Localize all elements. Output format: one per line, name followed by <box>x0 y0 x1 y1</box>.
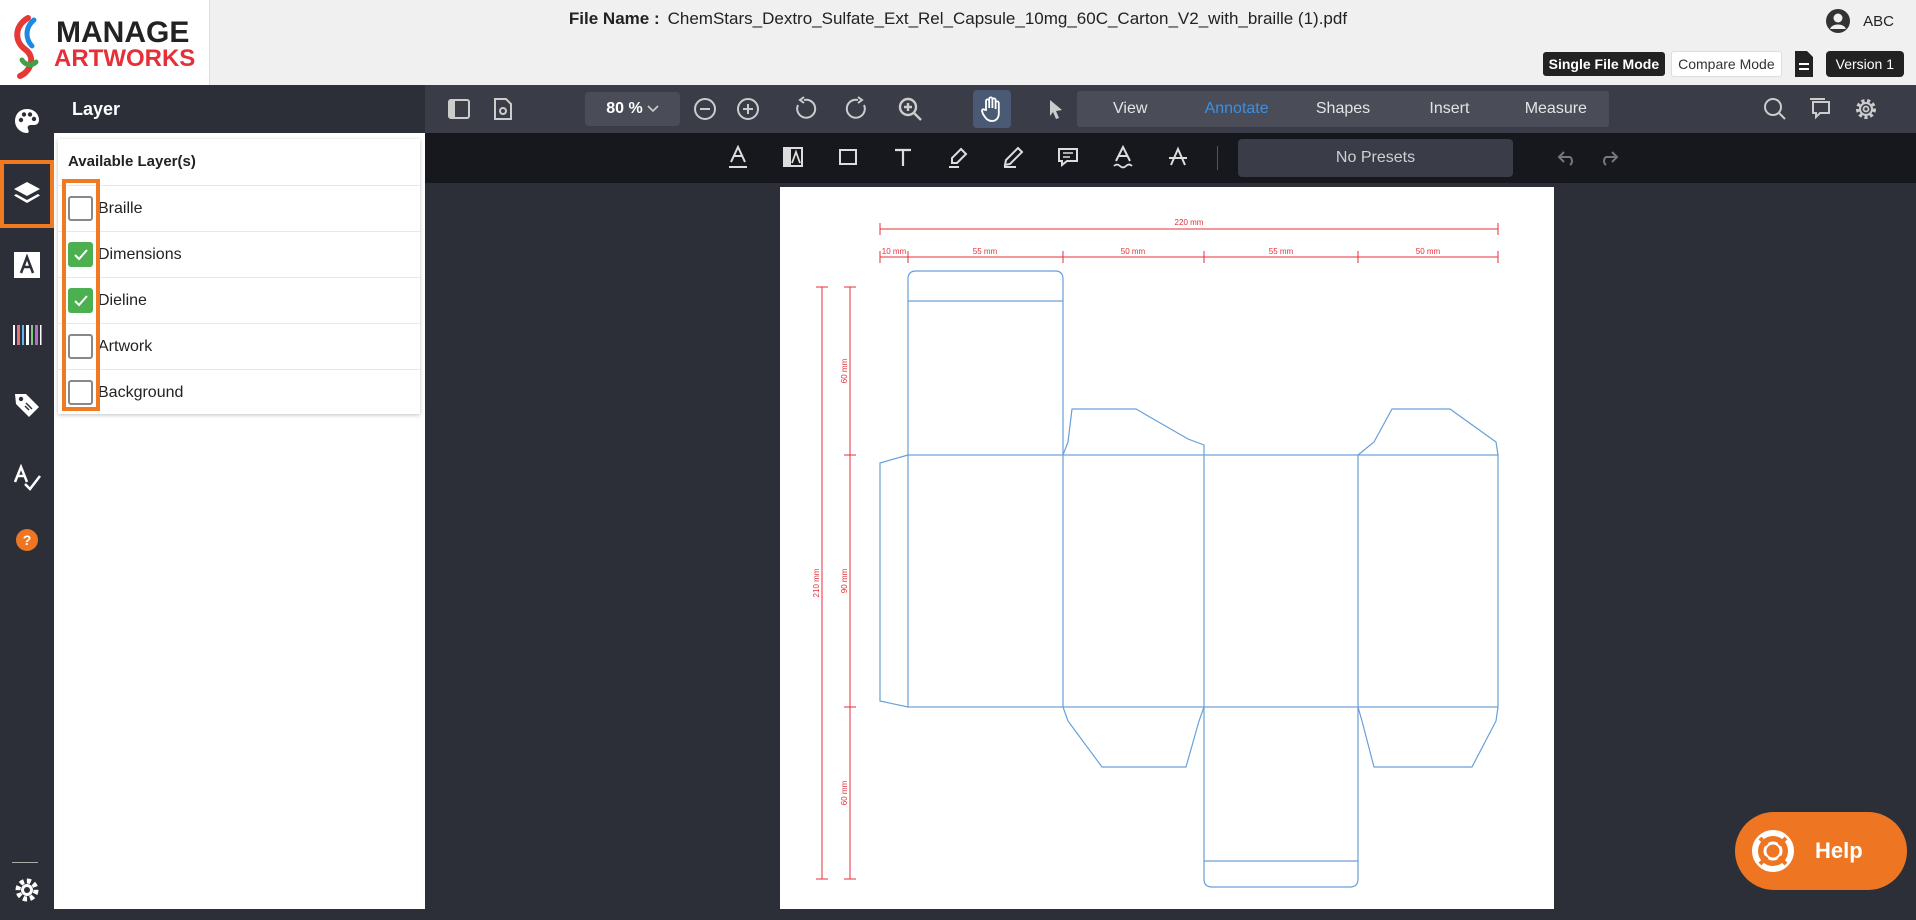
left-icon-rail: ? <box>0 85 54 909</box>
top-header: MANAGE ARTWORKS File Name : ChemStars_De… <box>0 0 1916 85</box>
text-highlight-icon[interactable] <box>778 142 808 172</box>
dimension-labels: 220 mm 10 mm 55 mm 50 mm 55 mm 50 mm 60 … <box>812 218 1441 805</box>
tag-icon[interactable] <box>0 375 54 435</box>
search-icon[interactable] <box>1760 94 1790 124</box>
spellcheck-icon[interactable] <box>0 448 54 508</box>
help-label: Help <box>1815 838 1863 863</box>
document-icon[interactable] <box>1792 50 1816 78</box>
carton-dieline-drawing: 220 mm 10 mm 55 mm 50 mm 55 mm 50 mm 60 … <box>812 218 1499 888</box>
pen-icon[interactable] <box>998 142 1028 172</box>
settings-icon[interactable] <box>0 860 54 920</box>
hand-icon <box>981 96 1000 122</box>
dim-50mm-b: 50 mm <box>1416 247 1441 256</box>
zoom-search-icon[interactable] <box>895 94 925 124</box>
tab-shapes[interactable]: Shapes <box>1290 100 1396 118</box>
document-canvas[interactable]: 220 mm 10 mm 55 mm 50 mm 55 mm 50 mm 60 … <box>425 183 1916 909</box>
zoom-value: 80 % <box>606 100 643 117</box>
zoom-in-icon[interactable] <box>733 94 763 124</box>
layer-label: Dimensions <box>98 245 182 263</box>
viewer-toolbar: 80 % View Annotate Shapes Insert Measure <box>425 85 1916 133</box>
toolbar-divider <box>1217 146 1218 170</box>
help-button[interactable]: Help <box>1735 812 1907 890</box>
zoom-dropdown[interactable]: 80 % <box>585 92 680 126</box>
underline-text-icon[interactable] <box>723 142 753 172</box>
artwork-checkbox[interactable] <box>68 334 93 359</box>
sidebar-toggle-icon[interactable] <box>444 94 474 124</box>
braille-checkbox[interactable] <box>68 196 93 221</box>
svg-text:?: ? <box>23 532 32 548</box>
layer-row-dieline[interactable]: Dieline <box>58 277 420 323</box>
user-name: ABC <box>1863 12 1894 30</box>
tab-insert[interactable]: Insert <box>1396 100 1502 118</box>
chevron-down-icon <box>647 105 659 113</box>
layer-label: Background <box>98 383 184 401</box>
file-name-label: File Name : <box>568 9 660 28</box>
squiggly-text-icon[interactable] <box>1108 142 1138 172</box>
layer-label: Dieline <box>98 291 147 309</box>
layer-row-dimensions[interactable]: Dimensions <box>58 231 420 277</box>
dim-90mm: 90 mm <box>840 568 849 593</box>
single-file-mode-button[interactable]: Single File Mode <box>1542 52 1666 76</box>
compare-mode-button[interactable]: Compare Mode <box>1671 51 1782 77</box>
tab-annotate[interactable]: Annotate <box>1183 100 1289 118</box>
dimensions-checkbox[interactable] <box>68 242 93 267</box>
lifebuoy-icon <box>1752 830 1794 872</box>
dim-220mm: 220 mm <box>1175 218 1204 227</box>
gear-icon[interactable] <box>1851 94 1881 124</box>
layer-row-background[interactable]: Background <box>58 369 420 415</box>
barcode-icon[interactable] <box>0 305 54 365</box>
mode-switcher: Single File Mode Compare Mode Version 1 <box>1542 50 1904 78</box>
layer-label: Artwork <box>98 337 153 355</box>
pdf-page[interactable]: 220 mm 10 mm 55 mm 50 mm 55 mm 50 mm 60 … <box>780 187 1554 909</box>
dieline-layer <box>879 270 1499 888</box>
annotation-toolbar: No Presets <box>425 133 1916 183</box>
dim-210mm: 210 mm <box>812 568 821 597</box>
comments-icon[interactable] <box>1805 94 1835 124</box>
panel-title: Layer <box>54 85 425 133</box>
logo-line2: ARTWORKS <box>54 45 195 72</box>
palette-icon[interactable] <box>0 91 54 151</box>
layer-row-braille[interactable]: Braille <box>58 185 420 231</box>
dimension-layer <box>816 223 1499 880</box>
user-avatar-icon[interactable] <box>1825 8 1851 34</box>
page-settings-icon[interactable] <box>488 94 518 124</box>
comment-note-icon[interactable] <box>1053 142 1083 172</box>
tab-view[interactable]: View <box>1077 100 1183 118</box>
dim-10mm: 10 mm <box>882 247 907 256</box>
tab-measure[interactable]: Measure <box>1503 100 1609 118</box>
version-badge[interactable]: Version 1 <box>1825 51 1904 77</box>
dim-60mm-top: 60 mm <box>840 358 849 383</box>
layers-icon[interactable] <box>0 160 54 228</box>
layer-list: Available Layer(s) Braille Dimensions Di… <box>58 139 420 414</box>
dim-55mm-a: 55 mm <box>973 247 998 256</box>
zoom-out-icon[interactable] <box>690 94 720 124</box>
highlighter-icon[interactable] <box>943 142 973 172</box>
layer-label: Braille <box>98 199 143 217</box>
free-text-icon[interactable] <box>888 142 918 172</box>
file-name-bar: File Name : ChemStars_Dextro_Sulfate_Ext… <box>0 0 1916 38</box>
pan-tool-button[interactable] <box>973 90 1011 128</box>
background-checkbox[interactable] <box>68 380 93 405</box>
select-pointer-icon[interactable] <box>1041 94 1071 124</box>
strikeout-text-icon[interactable] <box>1163 142 1193 172</box>
user-menu[interactable]: ABC <box>1825 8 1894 34</box>
dieline-checkbox[interactable] <box>68 288 93 313</box>
rotate-left-icon[interactable] <box>789 94 819 124</box>
text-icon[interactable] <box>0 235 54 295</box>
presets-dropdown[interactable]: No Presets <box>1238 139 1513 177</box>
layer-row-artwork[interactable]: Artwork <box>58 323 420 369</box>
redo-icon[interactable] <box>1595 142 1625 172</box>
file-name-value: ChemStars_Dextro_Sulfate_Ext_Rel_Capsule… <box>667 9 1348 28</box>
help-circle-icon[interactable]: ? <box>0 510 54 570</box>
rectangle-icon[interactable] <box>833 142 863 172</box>
layer-panel: Layer Available Layer(s) Braille Dimensi… <box>54 85 425 909</box>
available-layers-heading: Available Layer(s) <box>68 153 196 170</box>
dim-60mm-bottom: 60 mm <box>840 780 849 805</box>
dim-50mm-a: 50 mm <box>1121 247 1146 256</box>
dim-55mm-b: 55 mm <box>1269 247 1294 256</box>
mode-tabs: View Annotate Shapes Insert Measure <box>1077 91 1609 127</box>
undo-icon[interactable] <box>1551 142 1581 172</box>
rotate-right-icon[interactable] <box>843 94 873 124</box>
